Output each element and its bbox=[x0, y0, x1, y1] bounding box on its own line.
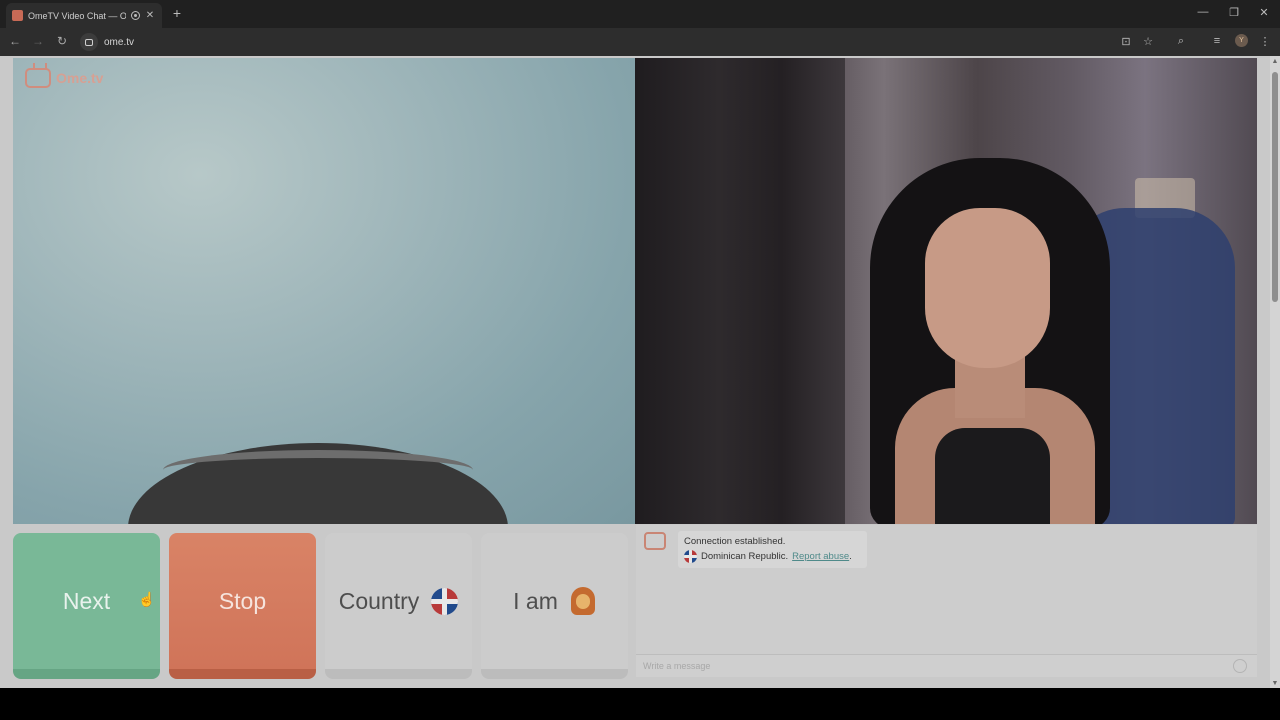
page-scrollbar[interactable]: ▲ ▼ bbox=[1270, 56, 1280, 688]
scroll-thumb[interactable] bbox=[1272, 72, 1278, 302]
partner-country: Dominican Republic. bbox=[701, 551, 789, 562]
ometv-logo-icon bbox=[25, 68, 51, 88]
ometv-logo[interactable]: Ome.tv bbox=[25, 68, 103, 88]
new-tab-button[interactable]: + bbox=[170, 5, 184, 21]
tab-close-icon[interactable]: ✕ bbox=[145, 10, 155, 21]
site-info-icon[interactable] bbox=[80, 33, 98, 51]
media-controls-icon[interactable]: ≡ bbox=[1210, 35, 1224, 47]
stop-button[interactable]: Stop bbox=[169, 533, 316, 679]
dominican-flag-icon bbox=[684, 550, 697, 563]
country-label: Country bbox=[338, 587, 420, 614]
message-input[interactable]: Write a message bbox=[636, 654, 1257, 677]
person-emoji-icon bbox=[570, 587, 596, 615]
tab-recording-icon bbox=[131, 11, 140, 20]
scroll-down-icon[interactable]: ▼ bbox=[1271, 680, 1279, 687]
ometv-page: Ome.tv Next Stop Country I am Connection… bbox=[0, 56, 1270, 688]
browser-tab-bar: OmeTV Video Chat — Ome.tv ✕ + — ❐ ✕ bbox=[0, 0, 1280, 28]
bookmark-star-icon[interactable]: ☆ bbox=[1141, 35, 1155, 48]
local-video: Ome.tv bbox=[13, 58, 635, 524]
message-placeholder: Write a message bbox=[643, 661, 711, 671]
browser-tab[interactable]: OmeTV Video Chat — Ome.tv ✕ bbox=[6, 3, 162, 28]
back-arrow-icon[interactable]: ← bbox=[8, 34, 22, 48]
stop-label: Stop bbox=[218, 587, 267, 614]
iam-label: I am bbox=[513, 587, 558, 614]
tab-search-icon[interactable]: ⌕ bbox=[1174, 35, 1188, 48]
window-close-icon[interactable]: ✕ bbox=[1257, 6, 1271, 19]
tab-favicon-icon bbox=[12, 10, 23, 21]
remote-person bbox=[925, 208, 1050, 368]
scroll-up-icon[interactable]: ▲ bbox=[1271, 58, 1279, 65]
dominican-flag-icon bbox=[431, 587, 459, 615]
system-message: Connection established. Dominican Republ… bbox=[678, 531, 867, 568]
chat-panel: Connection established. Dominican Republ… bbox=[636, 525, 1257, 677]
menu-kebab-icon[interactable]: ⋮ bbox=[1258, 35, 1272, 48]
logo-text: Ome.tv bbox=[56, 70, 104, 86]
remote-video bbox=[635, 58, 1257, 524]
reload-icon[interactable]: ↻ bbox=[55, 34, 69, 48]
install-app-icon[interactable]: ⊡ bbox=[1119, 35, 1133, 48]
minimize-icon[interactable]: — bbox=[1196, 6, 1210, 18]
report-abuse-link[interactable]: Report abuse bbox=[792, 551, 849, 562]
gender-button[interactable]: I am bbox=[481, 533, 628, 679]
profile-avatar[interactable]: Y bbox=[1235, 34, 1248, 47]
country-button[interactable]: Country bbox=[325, 533, 472, 679]
tab-title: OmeTV Video Chat — Ome.tv bbox=[28, 10, 126, 21]
connection-status: Connection established. bbox=[684, 536, 786, 547]
mouse-cursor-icon: ☝ bbox=[138, 591, 156, 607]
restore-icon[interactable]: ❐ bbox=[1227, 6, 1241, 19]
url-text: ome.tv bbox=[104, 36, 135, 48]
browser-toolbar: ← → ↻ ome.tv ⊡ ☆ ⌕ ≡ ⋮ bbox=[0, 28, 1280, 56]
forward-arrow-icon[interactable]: → bbox=[31, 34, 45, 48]
address-bar[interactable]: ome.tv bbox=[80, 32, 1180, 52]
ometv-logo-icon bbox=[644, 532, 666, 550]
smiley-icon[interactable] bbox=[1233, 659, 1247, 673]
next-label: Next bbox=[62, 587, 111, 614]
